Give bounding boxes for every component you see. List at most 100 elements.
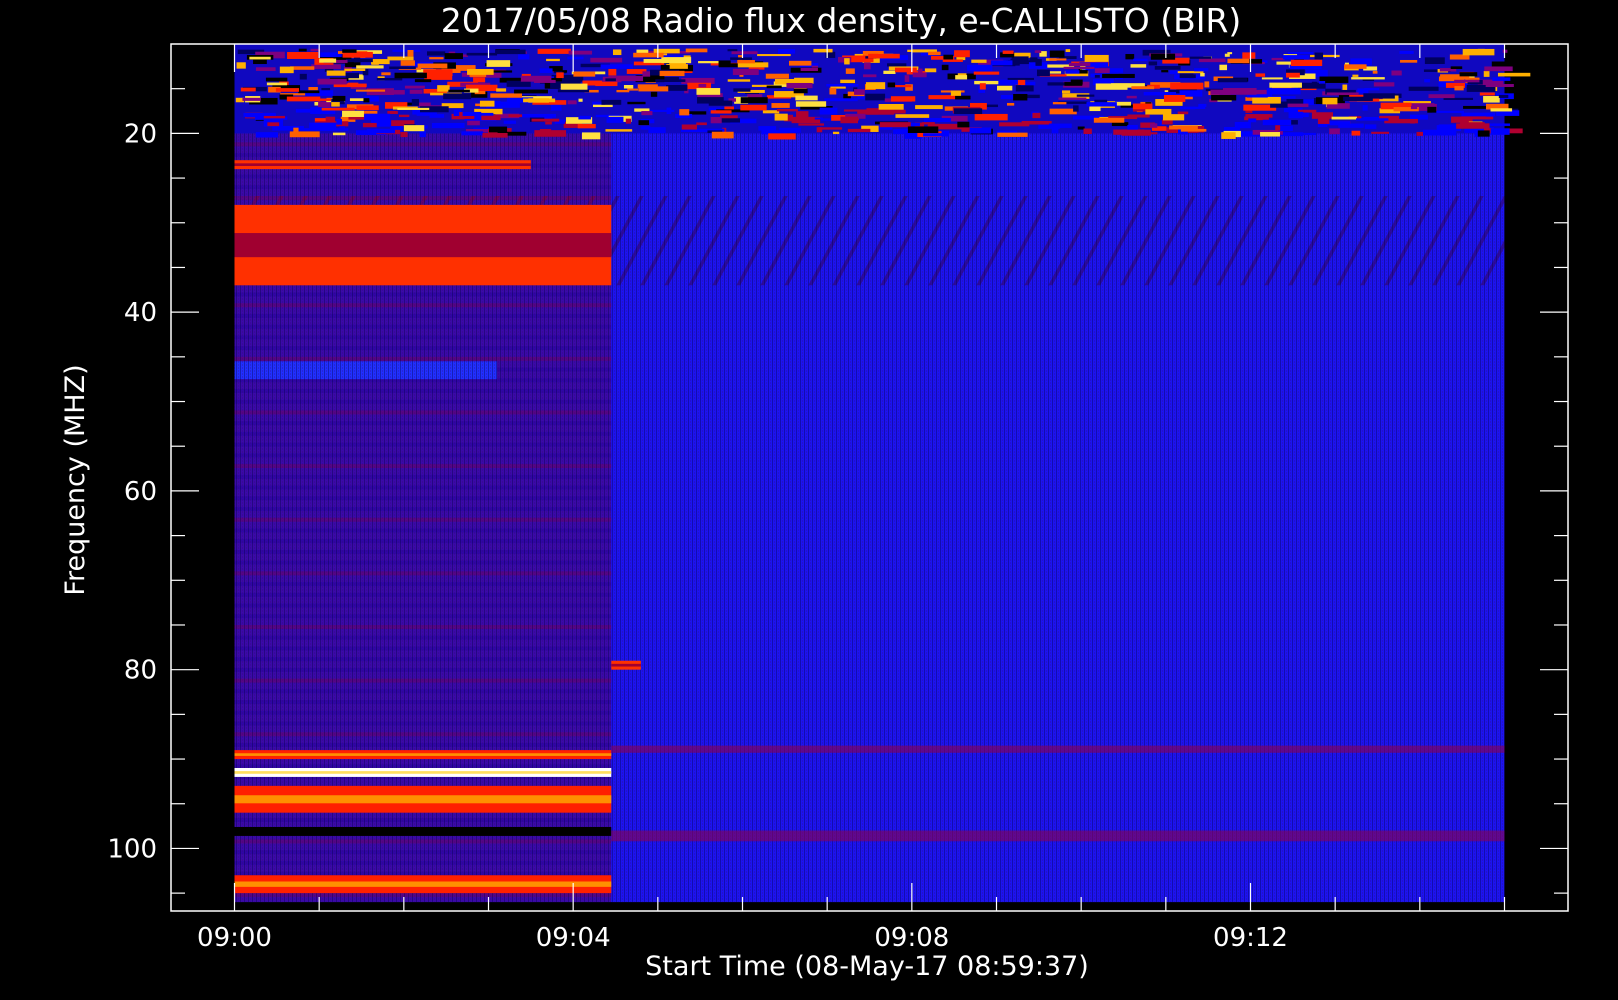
heat-rfi-cell — [590, 57, 623, 63]
heat-rfi-cell — [1063, 66, 1095, 69]
heat-rfi-cell — [768, 133, 796, 140]
heat-rfi-cell — [997, 132, 1028, 137]
heat-rfi-cell — [894, 67, 917, 73]
heat-rfi-cell — [879, 122, 911, 128]
heat-rfi-cell — [800, 67, 818, 72]
heat-rfi-cell — [545, 121, 552, 125]
heat-rfi-cell — [265, 77, 288, 82]
heat-rfi-cell — [648, 127, 666, 134]
heat-rfi-cell — [321, 107, 355, 111]
heat-rfi-cell — [1244, 116, 1269, 121]
heat-rfi-cell — [267, 122, 280, 127]
heat-rfi-cell — [795, 101, 827, 107]
heat-rfi-cell — [915, 105, 943, 110]
heat-rfi-cell — [731, 51, 758, 55]
heat-rfi-cell — [318, 101, 331, 108]
heat-rfi-cell — [437, 85, 450, 92]
heat-rfi-cell — [1460, 122, 1485, 125]
heat-rfi-cell — [829, 87, 837, 95]
heat-rfi-cell — [479, 100, 495, 107]
heat-rfi-cell — [578, 98, 583, 102]
heat-rfi-cell — [1227, 58, 1250, 64]
heat-rfi-cell — [1498, 94, 1509, 98]
heat-rfi-cell — [776, 108, 798, 112]
heat-rfi-cell — [1180, 128, 1207, 132]
heat-rfi-cell — [1427, 106, 1437, 113]
heat-rfi-cell — [1070, 79, 1083, 85]
heat-rfi-cell — [1331, 116, 1357, 120]
heat-rfi-cell — [490, 93, 523, 98]
heat-rfi-cell — [240, 87, 256, 92]
heat-rfi-cell — [1084, 54, 1109, 62]
heat-rfi-cell — [331, 102, 340, 107]
heat-rfi-cell — [1462, 48, 1495, 56]
heat-rfi-cell — [1314, 52, 1324, 60]
heat-rfi-cell — [253, 59, 267, 65]
heat-rfi-cell — [403, 125, 425, 132]
heat-rfi-cell — [546, 58, 560, 62]
heat-rfi-cell — [1409, 114, 1428, 120]
heat-rfi-cell — [493, 70, 513, 73]
heat-rfi-cell — [444, 53, 463, 60]
heat-rfi-cell — [364, 113, 391, 121]
heat-rfi-cell — [242, 97, 261, 101]
heat-rfi-cell — [1169, 70, 1178, 75]
heat-rfi-cell — [623, 85, 634, 89]
heat-rfi-cell — [666, 84, 688, 91]
heat-rfi-cell — [1479, 92, 1495, 96]
heat-rfi-cell — [290, 66, 315, 70]
heat-rfi-cell — [1132, 103, 1153, 110]
heat-rfi-cell — [567, 56, 584, 60]
heat-rfi-cell — [681, 124, 697, 130]
heat-rfi-cell — [1127, 114, 1150, 118]
heat-rfi-cell — [1164, 95, 1186, 102]
heat-rfi-cell — [398, 114, 410, 118]
heat-rfi-cell — [643, 58, 672, 63]
heat-rfi-cell — [1344, 64, 1367, 69]
heat-rfi-cell — [356, 105, 379, 111]
heat-rfi-cell — [332, 132, 346, 136]
heat-rfi-cell — [1329, 128, 1340, 135]
heat-rfi-cell — [339, 126, 345, 130]
heat-rfi-cell — [600, 64, 633, 69]
heat-rfi-cell — [1211, 94, 1237, 101]
heat-rfi-cell — [612, 49, 622, 56]
heat-rfi-cell — [1222, 88, 1257, 95]
heat-rfi-cell — [1051, 128, 1059, 134]
heat-rfi-cell — [840, 79, 856, 84]
heat-rfi-cell — [279, 66, 294, 74]
heat-rfi-cell — [578, 115, 591, 120]
heat-rfi-cell — [1373, 82, 1395, 87]
heat-rfi-cell — [1180, 106, 1196, 110]
heat-rfi-cell — [1049, 108, 1077, 115]
feature-band-core — [234, 163, 531, 167]
heat-rfi-cell — [362, 122, 377, 128]
heat-rfi-cell — [557, 89, 590, 93]
heat-rfi-cell — [1450, 66, 1463, 70]
heat-rfi-cell — [740, 97, 768, 104]
heat-rfi-cell — [249, 56, 271, 60]
heat-rfi-cell — [918, 68, 923, 75]
heat-rfi-cell — [954, 50, 970, 58]
heat-rfi-cell — [1296, 132, 1317, 136]
heat-rfi-cell — [883, 70, 896, 74]
heat-rfi-cell — [1260, 132, 1280, 137]
heat-rfi-cell — [1089, 106, 1101, 112]
x-tick-label: 09:04 — [536, 923, 611, 953]
y-axis-label: Frequency (MHZ) — [60, 364, 91, 595]
heat-rfi-cell — [1061, 90, 1071, 94]
heat-rfi-cell — [1351, 130, 1361, 136]
heat-rfi-cell — [698, 83, 707, 88]
heat-rfi-cell — [957, 121, 970, 128]
heat-rfi-cell — [1350, 58, 1372, 66]
heat-rfi-cell — [711, 131, 734, 139]
heat-rfi-cell — [1049, 58, 1067, 61]
heat-rfi-cell — [655, 79, 686, 82]
heat-rfi-cell — [928, 51, 941, 56]
heat-rfi-cell — [1483, 70, 1490, 77]
heat-rfi-cell — [1391, 70, 1402, 76]
heat-rfi-cell — [1095, 83, 1128, 90]
heat-rfi-cell — [679, 109, 690, 116]
heat-rfi-cell — [503, 120, 517, 124]
heat-rfi-cell — [496, 88, 507, 92]
